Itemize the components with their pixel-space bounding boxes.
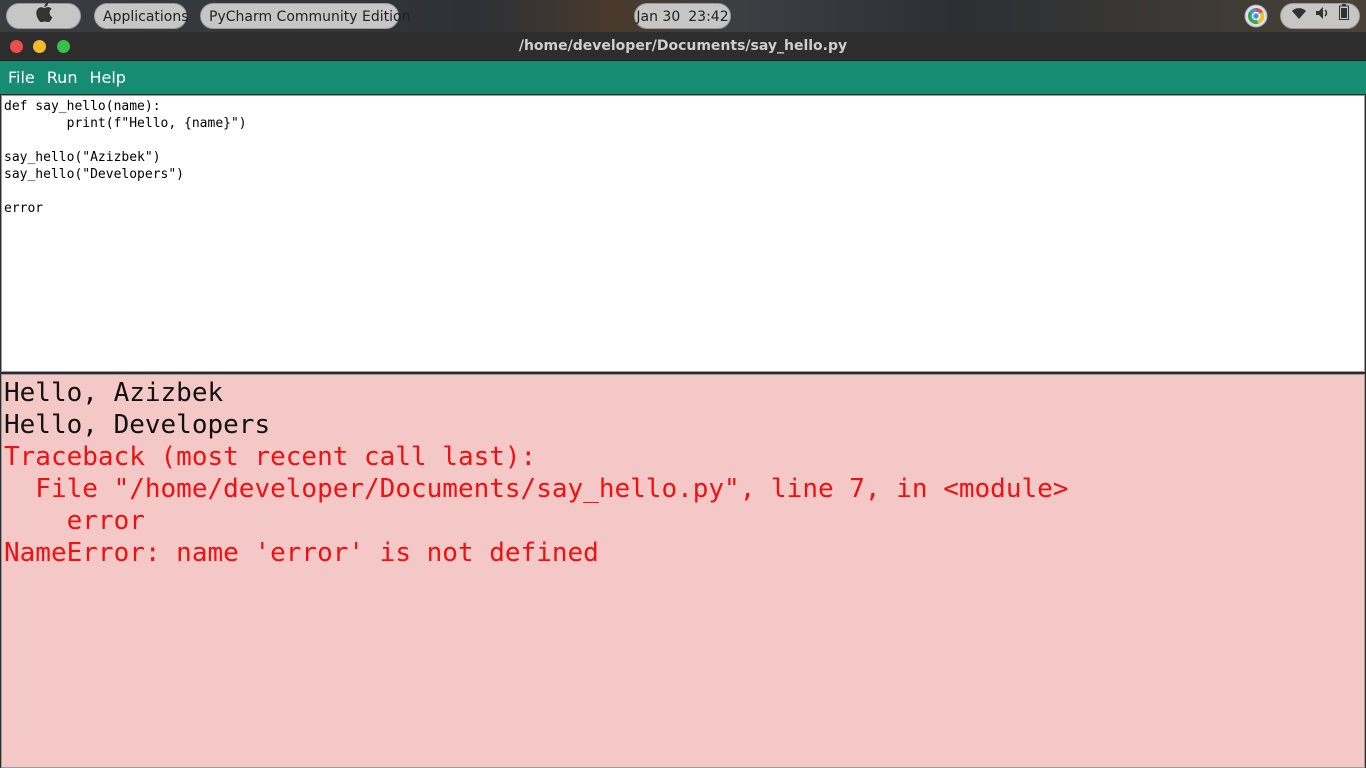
code-line: say_hello("Developers") [4, 167, 185, 182]
output-line: Traceback (most recent call last): [4, 442, 537, 472]
top-panel: Applications PyCharm Community Edition J… [0, 0, 1366, 32]
code-line: ​ [2, 132, 1364, 149]
code-editor[interactable]: def say_hello(name): print(f"Hello, {nam… [1, 95, 1365, 372]
code-line: def say_hello(name): [4, 99, 161, 114]
output-line: File "/home/developer/Documents/say_hell… [4, 474, 1069, 504]
system-tray[interactable] [1280, 3, 1360, 29]
close-window-button[interactable] [10, 40, 23, 53]
menu-file[interactable]: File [2, 61, 41, 94]
clock-time: 23:42 [688, 9, 729, 25]
apple-icon [35, 2, 53, 31]
active-app-button[interactable]: PyCharm Community Edition [200, 3, 410, 29]
output-line: Hello, Azizbek [4, 378, 224, 408]
output-line: NameError: name 'error' is not defined [4, 538, 599, 568]
code-line: print(f"Hello, {name}") [4, 116, 247, 131]
apple-menu-button[interactable] [6, 2, 81, 31]
window-titlebar[interactable]: /home/developer/Documents/say_hello.py [0, 32, 1366, 61]
output-lines: Hello, Azizbek Hello, Developers Traceback… [2, 375, 1364, 569]
output-line: Hello, Developers [4, 410, 271, 440]
menu-run[interactable]: Run [41, 61, 84, 94]
code-line: ​ [2, 183, 1364, 200]
applications-menu-button[interactable]: Applications [94, 3, 189, 29]
code-line: say_hello("Azizbek") [4, 150, 161, 165]
output-console[interactable]: Hello, Azizbek Hello, Developers Traceback… [1, 374, 1365, 768]
clock-date: Jan 30 [636, 9, 681, 25]
battery-icon [1339, 3, 1349, 29]
code-line: error [4, 201, 44, 216]
maximize-window-button[interactable] [57, 40, 70, 53]
clock[interactable]: Jan 30 23:42 [634, 3, 731, 29]
menu-help[interactable]: Help [83, 61, 131, 94]
menu-bar: File Run Help [0, 61, 1366, 94]
window-title: /home/developer/Documents/say_hello.py [518, 38, 848, 54]
output-line: error [4, 506, 145, 536]
volume-icon [1315, 3, 1331, 29]
minimize-window-button[interactable] [33, 40, 46, 53]
code-lines: def say_hello(name): print(f"Hello, {nam… [2, 96, 1364, 217]
wifi-icon [1291, 3, 1307, 29]
chrome-icon [1244, 4, 1268, 28]
chrome-tray-button[interactable] [1244, 4, 1268, 28]
